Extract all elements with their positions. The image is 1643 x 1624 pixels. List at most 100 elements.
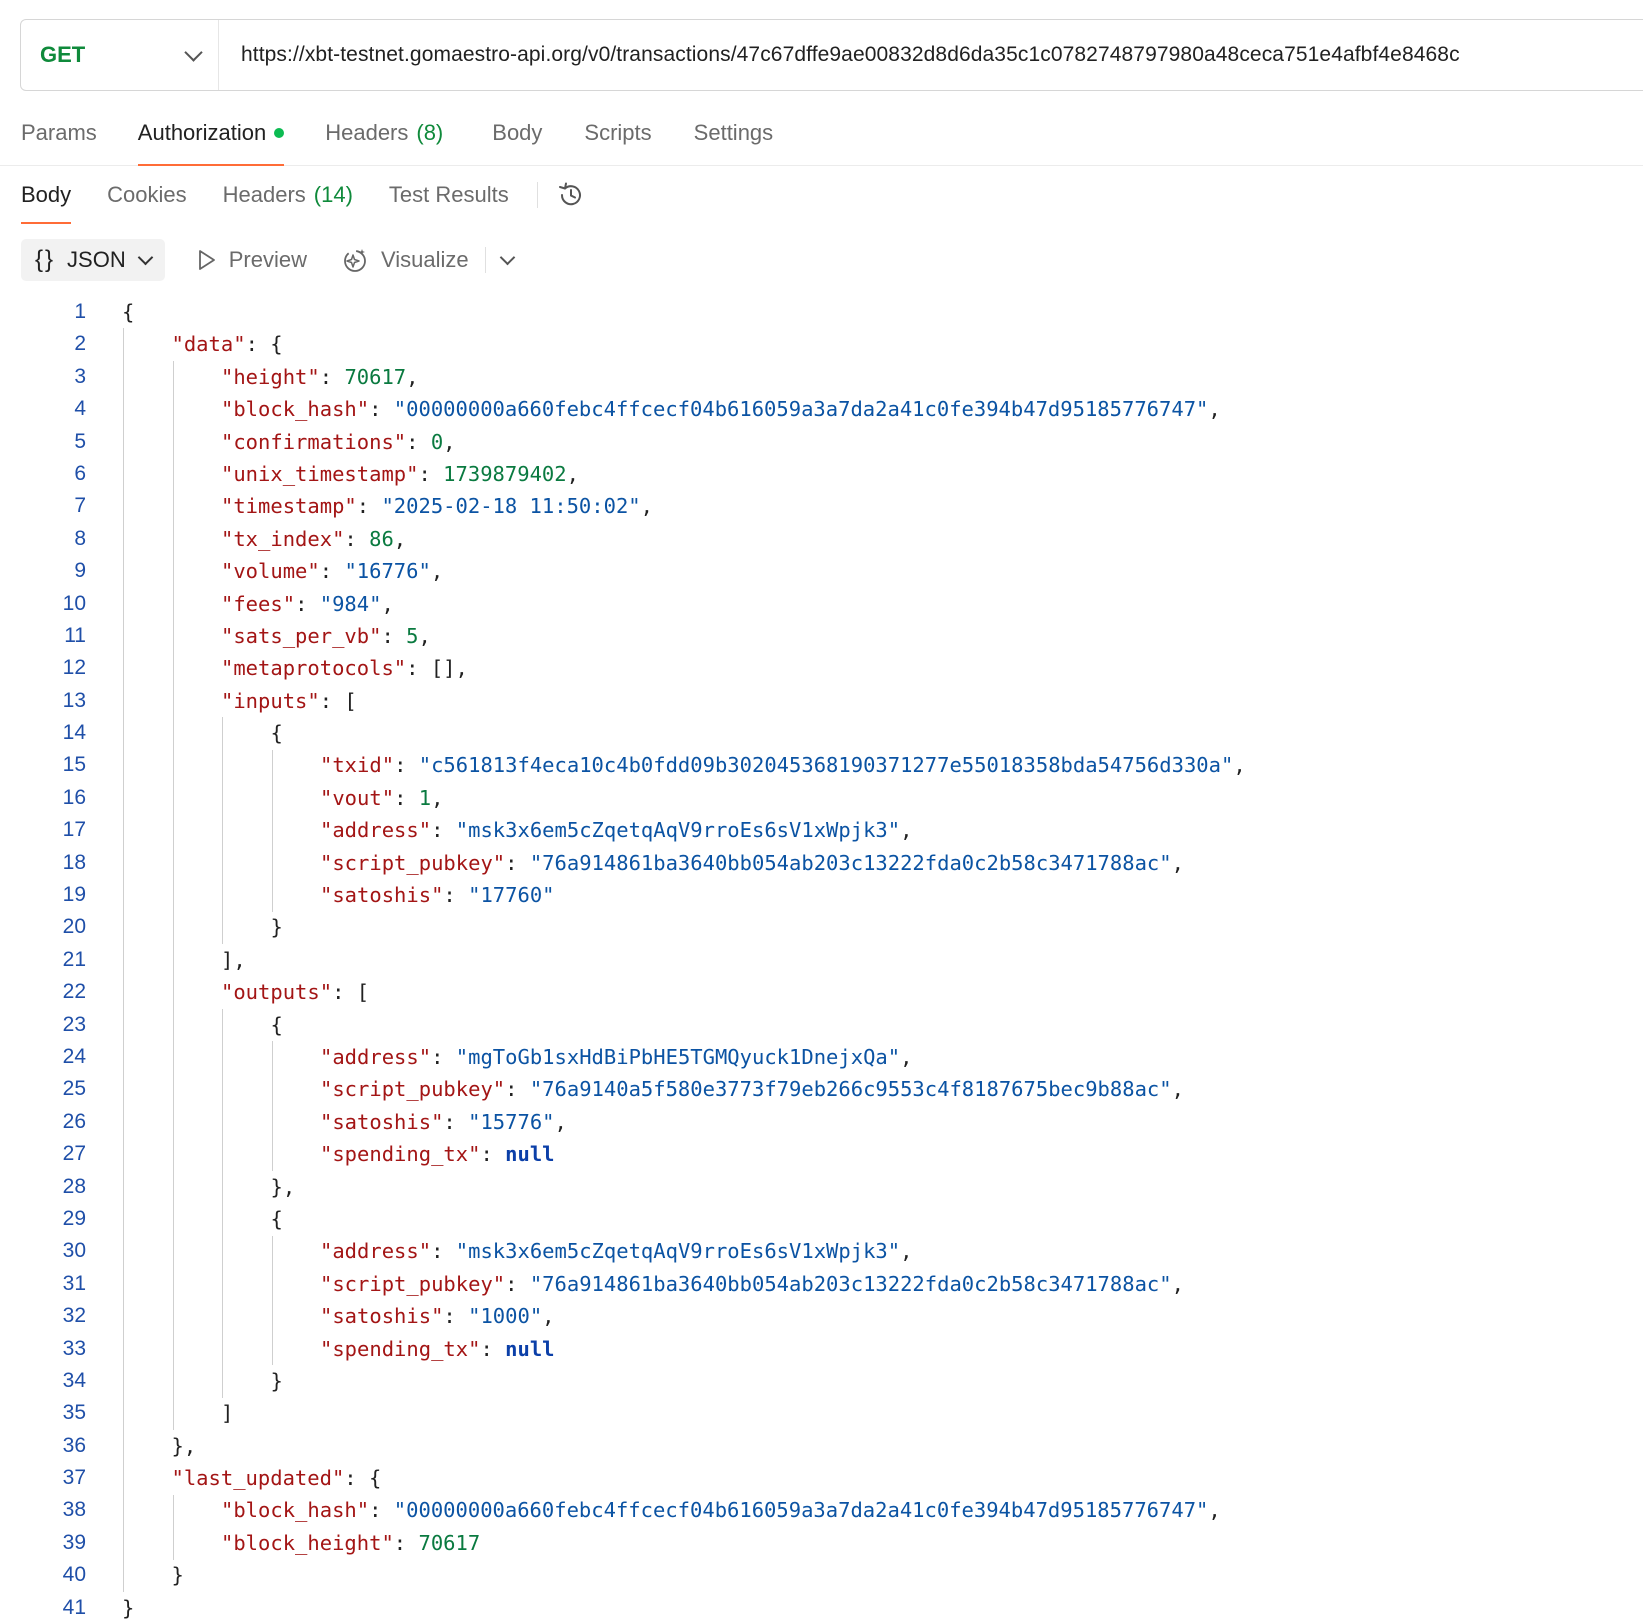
code-token: { bbox=[270, 1012, 283, 1037]
history-icon[interactable] bbox=[556, 180, 586, 210]
code-text: { bbox=[271, 1009, 283, 1041]
format-label: JSON bbox=[67, 247, 126, 272]
response-tab-cookies[interactable]: Cookies bbox=[107, 166, 186, 224]
code-token: null bbox=[505, 1336, 555, 1361]
code-text: "block_hash": "00000000a660febc4ffcecf04… bbox=[221, 1494, 1221, 1526]
url-input[interactable]: https://xbt-testnet.gomaestro-api.org/v0… bbox=[219, 43, 1460, 67]
code-text: "tx_index": 86, bbox=[221, 523, 406, 555]
code-token: "15776" bbox=[468, 1109, 555, 1134]
code-text: } bbox=[172, 1559, 184, 1591]
code-token: : bbox=[505, 850, 530, 875]
code-token: } bbox=[270, 1368, 283, 1393]
code-text: "volume": "16776", bbox=[221, 555, 443, 587]
code-token: , bbox=[640, 494, 653, 519]
code-line: 2 "data": { bbox=[0, 328, 1643, 360]
line-number: 31 bbox=[62, 1271, 86, 1295]
code-text: }, bbox=[172, 1430, 197, 1462]
code-token: : bbox=[295, 591, 320, 616]
line-number: 27 bbox=[62, 1142, 86, 1166]
indent-guide bbox=[123, 328, 124, 1592]
tab-scripts[interactable]: Scripts bbox=[584, 100, 651, 165]
code-line: 18 "script_pubkey": "76a914861ba3640bb054… bbox=[0, 847, 1643, 879]
code-token: : bbox=[431, 818, 456, 843]
code-token: "block_hash" bbox=[221, 1498, 370, 1523]
code-line: 9 "volume": "16776", bbox=[0, 555, 1643, 587]
code-token: "script_pubkey" bbox=[320, 1271, 506, 1296]
line-number: 4 bbox=[74, 397, 86, 421]
code-token: "mgToGb1sxHdBiPbHE5TGMQyuck1DnejxQa" bbox=[455, 1044, 901, 1069]
preview-label: Preview bbox=[228, 247, 307, 272]
code-text: "metaprotocols": [], bbox=[221, 652, 468, 684]
code-token: , bbox=[554, 1109, 567, 1134]
line-number: 3 bbox=[74, 364, 86, 388]
line-number: 32 bbox=[62, 1304, 86, 1328]
code-token: "satoshis" bbox=[320, 883, 444, 908]
code-token: "984" bbox=[319, 591, 382, 616]
code-token: : bbox=[480, 1336, 506, 1361]
line-number: 30 bbox=[62, 1239, 86, 1263]
tab-settings-label: Settings bbox=[693, 119, 774, 145]
chevron-down-icon[interactable] bbox=[499, 249, 515, 266]
visualize-button[interactable]: Visualize bbox=[341, 246, 469, 274]
code-token: , bbox=[900, 818, 913, 843]
code-text: "data": { bbox=[172, 328, 283, 360]
code-line: 33 "spending_tx": null bbox=[0, 1333, 1643, 1365]
code-text: "satoshis": "1000", bbox=[320, 1300, 555, 1332]
tab-settings[interactable]: Settings bbox=[694, 100, 774, 165]
line-number: 17 bbox=[62, 818, 86, 842]
code-text: "fees": "984", bbox=[221, 588, 394, 620]
code-line: 40} bbox=[0, 1559, 1643, 1591]
chevron-down-icon bbox=[137, 249, 153, 266]
code-token: : bbox=[319, 364, 345, 389]
preview-button[interactable]: Preview bbox=[197, 247, 307, 273]
code-line: 13 "inputs": [ bbox=[0, 685, 1643, 717]
code-line: 29 { bbox=[0, 1203, 1643, 1235]
method-dropdown[interactable]: GET bbox=[21, 20, 219, 90]
code-token: : [ bbox=[332, 980, 370, 1005]
code-token: , bbox=[566, 461, 579, 486]
format-dropdown[interactable]: {} JSON bbox=[21, 239, 165, 281]
code-token: } bbox=[122, 1595, 135, 1620]
code-token: { bbox=[270, 721, 283, 746]
line-number: 28 bbox=[62, 1174, 86, 1198]
code-token: : [ bbox=[319, 688, 357, 713]
code-token: : bbox=[369, 397, 394, 422]
response-tab-headers[interactable]: Headers (14) bbox=[223, 166, 353, 224]
code-line: 15 "txid": "c561813f4eca10c4b0fdd09b30204… bbox=[0, 749, 1643, 781]
code-token: "76a9140a5f580e3773f79eb266c9553c4f81876… bbox=[529, 1077, 1172, 1102]
tab-body[interactable]: Body bbox=[492, 100, 542, 165]
request-url-bar: GET https://xbt-testnet.gomaestro-api.or… bbox=[20, 19, 1643, 91]
line-number: 40 bbox=[62, 1563, 86, 1587]
tab-authorization[interactable]: Authorization bbox=[137, 100, 285, 166]
code-line: 6 "unix_timestamp": 1739879402, bbox=[0, 458, 1643, 490]
code-token: "outputs" bbox=[221, 980, 333, 1005]
code-token: : bbox=[319, 559, 345, 584]
code-text: "satoshis": "15776", bbox=[320, 1106, 567, 1138]
json-response-viewer[interactable]: 1{2 "data": {3 "height": 70617, 4 "block_has… bbox=[0, 296, 1643, 1624]
response-tabs: Body Cookies Headers (14) Test Results bbox=[0, 166, 1643, 224]
code-token: , bbox=[542, 1304, 555, 1329]
line-number: 39 bbox=[62, 1530, 86, 1554]
status-dot-icon bbox=[274, 127, 285, 138]
code-token: "data" bbox=[171, 332, 246, 357]
line-number: 25 bbox=[62, 1077, 86, 1101]
tab-body-label: Body bbox=[492, 119, 543, 145]
code-token: 5 bbox=[406, 623, 419, 648]
code-token: "address" bbox=[320, 818, 432, 843]
tab-params[interactable]: Params bbox=[21, 100, 97, 165]
code-token: : bbox=[418, 461, 444, 486]
line-number: 1 bbox=[74, 300, 86, 323]
line-number: 23 bbox=[62, 1012, 86, 1036]
line-number: 16 bbox=[62, 785, 86, 809]
response-tab-test-results[interactable]: Test Results bbox=[389, 166, 509, 224]
response-tab-body[interactable]: Body bbox=[21, 166, 72, 224]
tab-headers[interactable]: Headers (8) bbox=[325, 100, 443, 165]
code-token: : bbox=[356, 494, 382, 519]
code-token: : { bbox=[245, 332, 283, 357]
code-token: } bbox=[270, 915, 283, 940]
code-line: 36}, bbox=[0, 1430, 1643, 1462]
code-line: 39 "block_height": 70617 bbox=[0, 1527, 1643, 1559]
play-icon bbox=[198, 250, 215, 270]
code-token: "vout" bbox=[320, 785, 395, 810]
code-text: { bbox=[122, 296, 134, 328]
